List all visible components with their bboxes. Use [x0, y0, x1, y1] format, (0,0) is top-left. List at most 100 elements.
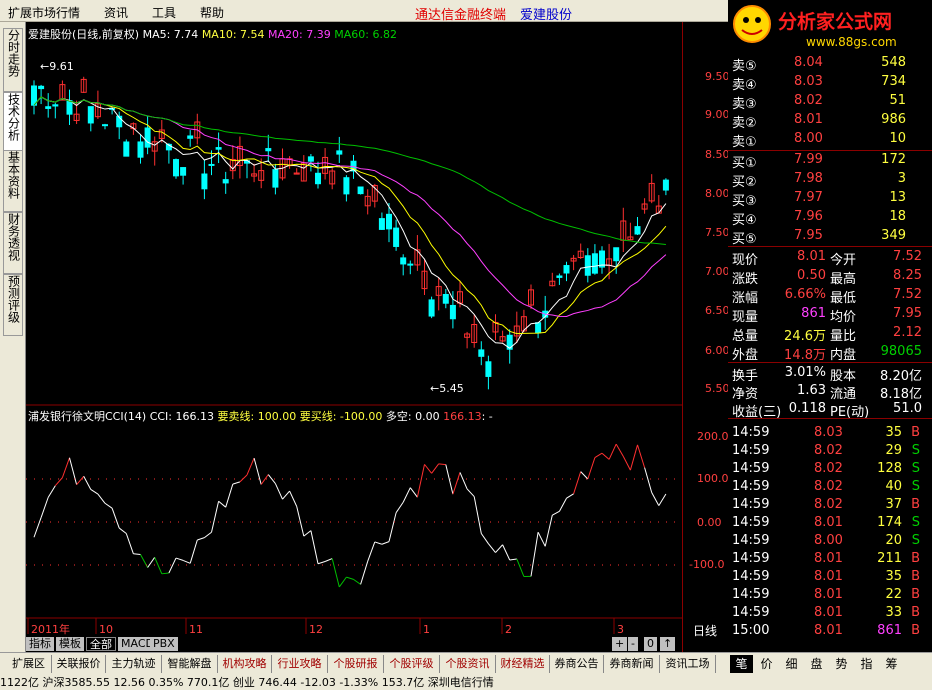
- cci-segment: [459, 472, 468, 490]
- quote-tab[interactable]: 指: [855, 655, 878, 673]
- bottom-tab[interactable]: 行业攻略: [272, 655, 328, 673]
- cci-last-suffix: : -: [481, 410, 493, 423]
- tick-side: B: [911, 605, 920, 620]
- cci-segment: [480, 533, 489, 544]
- cci-segment: [615, 443, 624, 457]
- cci-segment: [402, 487, 411, 503]
- tick-row: 14:59 8.01 33 B: [728, 604, 932, 623]
- bottom-tab[interactable]: 扩展区: [6, 655, 52, 673]
- candle-body: [535, 322, 542, 334]
- cci-segment: [452, 472, 461, 495]
- bottom-tab[interactable]: 个股评级: [384, 655, 440, 673]
- quote-tab[interactable]: 细: [780, 655, 803, 673]
- zoom-out-button[interactable]: -: [628, 637, 638, 651]
- candle-body: [591, 253, 598, 274]
- stat-value: 7.52: [893, 287, 922, 302]
- stat-label: 量比: [830, 329, 857, 344]
- fund-value: 51.0: [893, 401, 922, 416]
- candle-body: [478, 349, 485, 357]
- tick-row: 14:59 8.01 174 S: [728, 514, 932, 533]
- orderbook-row: 买③ 7.97 13: [728, 189, 932, 209]
- quote-tab[interactable]: 笔: [730, 655, 753, 673]
- subtab-indicator[interactable]: 指标: [26, 637, 54, 651]
- fund-row: 收益(三) 0.118 PE(动) 51.0: [728, 400, 932, 420]
- orderbook-volume: 548: [881, 55, 906, 70]
- orderbook-row: 卖② 8.01 986: [728, 111, 932, 131]
- bottom-tab[interactable]: 资讯工场: [660, 655, 716, 673]
- cci-segment: [537, 531, 546, 547]
- tick-volume: 37: [885, 497, 902, 512]
- orderbook-row: 买② 7.98 3: [728, 170, 932, 190]
- cci-segment: [274, 483, 283, 500]
- orderbook-volume: 10: [889, 131, 906, 146]
- tab-technical[interactable]: 技术分析: [3, 92, 23, 156]
- bottom-tab[interactable]: 财经精选: [496, 655, 550, 673]
- quote-tab[interactable]: 筹: [880, 655, 903, 673]
- reset-button[interactable]: 0: [644, 637, 657, 651]
- quote-tab[interactable]: 价: [755, 655, 778, 673]
- bottom-tab[interactable]: 个股资讯: [440, 655, 496, 673]
- cci-segment: [40, 497, 49, 518]
- tick-time: 14:59: [732, 425, 770, 440]
- cci-segment: [544, 515, 553, 547]
- candle-body: [343, 177, 350, 195]
- tab-forecast[interactable]: 预测评级: [3, 274, 23, 336]
- fund-value: 1.63: [797, 383, 826, 398]
- cci-segment: [61, 457, 70, 478]
- bottom-tab[interactable]: 机构攻略: [218, 655, 272, 673]
- up-button[interactable]: ↑: [660, 637, 676, 651]
- tick-volume: 20: [885, 533, 902, 548]
- menu-news[interactable]: 资讯: [104, 4, 128, 21]
- bottom-tab[interactable]: 智能解盘: [162, 655, 218, 673]
- orderbook-label: 卖②: [732, 116, 757, 131]
- quote-tab[interactable]: 盘: [805, 655, 828, 673]
- candle-body: [222, 179, 229, 184]
- menu-help[interactable]: 帮助: [200, 4, 224, 21]
- tick-time: 14:59: [732, 533, 770, 548]
- cci-segment: [381, 541, 390, 545]
- zoom-in-button[interactable]: +: [612, 637, 628, 651]
- tick-side: B: [911, 587, 920, 602]
- chart-area[interactable]: 2011年 10 11 12 1 2 3 爱建股份(日线,前复权) MA5: 7.74 MA…: [26, 22, 682, 652]
- cci-segment: [594, 452, 603, 459]
- logo-url: www.88gs.com: [806, 35, 897, 49]
- tick-price: 8.01: [814, 605, 843, 620]
- bottom-tab[interactable]: 关联报价: [52, 655, 106, 673]
- cci-segment: [509, 558, 517, 561]
- candle-body: [201, 173, 208, 190]
- cci-segment: [133, 553, 141, 555]
- orderbook-volume: 986: [881, 112, 906, 127]
- tab-fundamentals[interactable]: 基本资料: [3, 150, 23, 212]
- logo-text: 分析家公式网: [778, 10, 892, 33]
- stat-label: 最高: [830, 272, 857, 287]
- tick-side: S: [911, 515, 920, 530]
- kline-chart-svg[interactable]: 2011年 10 11 12 1 2 3: [26, 22, 682, 652]
- cci-segment: [97, 493, 106, 504]
- bottom-tab-bar: 扩展区 关联报价 主力轨迹 智能解盘 机构攻略 行业攻略 个股研报 个股评级 个股资讯 财经精选券…: [0, 652, 932, 674]
- bottom-tab[interactable]: 券商公告: [550, 655, 604, 673]
- tick-side: S: [911, 461, 920, 476]
- candle-body: [137, 141, 144, 158]
- tab-financials[interactable]: 财务透视: [3, 212, 23, 274]
- subtab-all[interactable]: 全部: [86, 637, 116, 651]
- tick-side: B: [911, 497, 920, 512]
- bottom-tab[interactable]: 个股研报: [328, 655, 384, 673]
- bottom-tab[interactable]: 券商新闻: [604, 655, 660, 673]
- candle-body: [485, 361, 492, 377]
- tick-price: 8.03: [814, 425, 843, 440]
- tick-time: 14:59: [732, 443, 770, 458]
- menu-extended-market[interactable]: 扩展市场行情: [8, 4, 80, 21]
- subtab-template[interactable]: 模板: [56, 637, 84, 651]
- fund-row: 净资 1.63 流通 8.18亿: [728, 382, 932, 402]
- candle-body: [208, 163, 215, 166]
- quote-tab[interactable]: 势: [830, 655, 853, 673]
- subtab-pbx[interactable]: PBX: [150, 637, 178, 651]
- tick-time: 14:59: [732, 461, 770, 476]
- period-label[interactable]: 日线: [693, 622, 717, 639]
- tab-intraday[interactable]: 分时走势: [3, 28, 23, 92]
- bottom-tab[interactable]: 主力轨迹: [106, 655, 162, 673]
- stat-value: 98065: [880, 344, 922, 359]
- menu-tools[interactable]: 工具: [152, 4, 176, 21]
- ma20-label: MA20: 7.39: [268, 28, 331, 41]
- cci-segment: [409, 487, 418, 498]
